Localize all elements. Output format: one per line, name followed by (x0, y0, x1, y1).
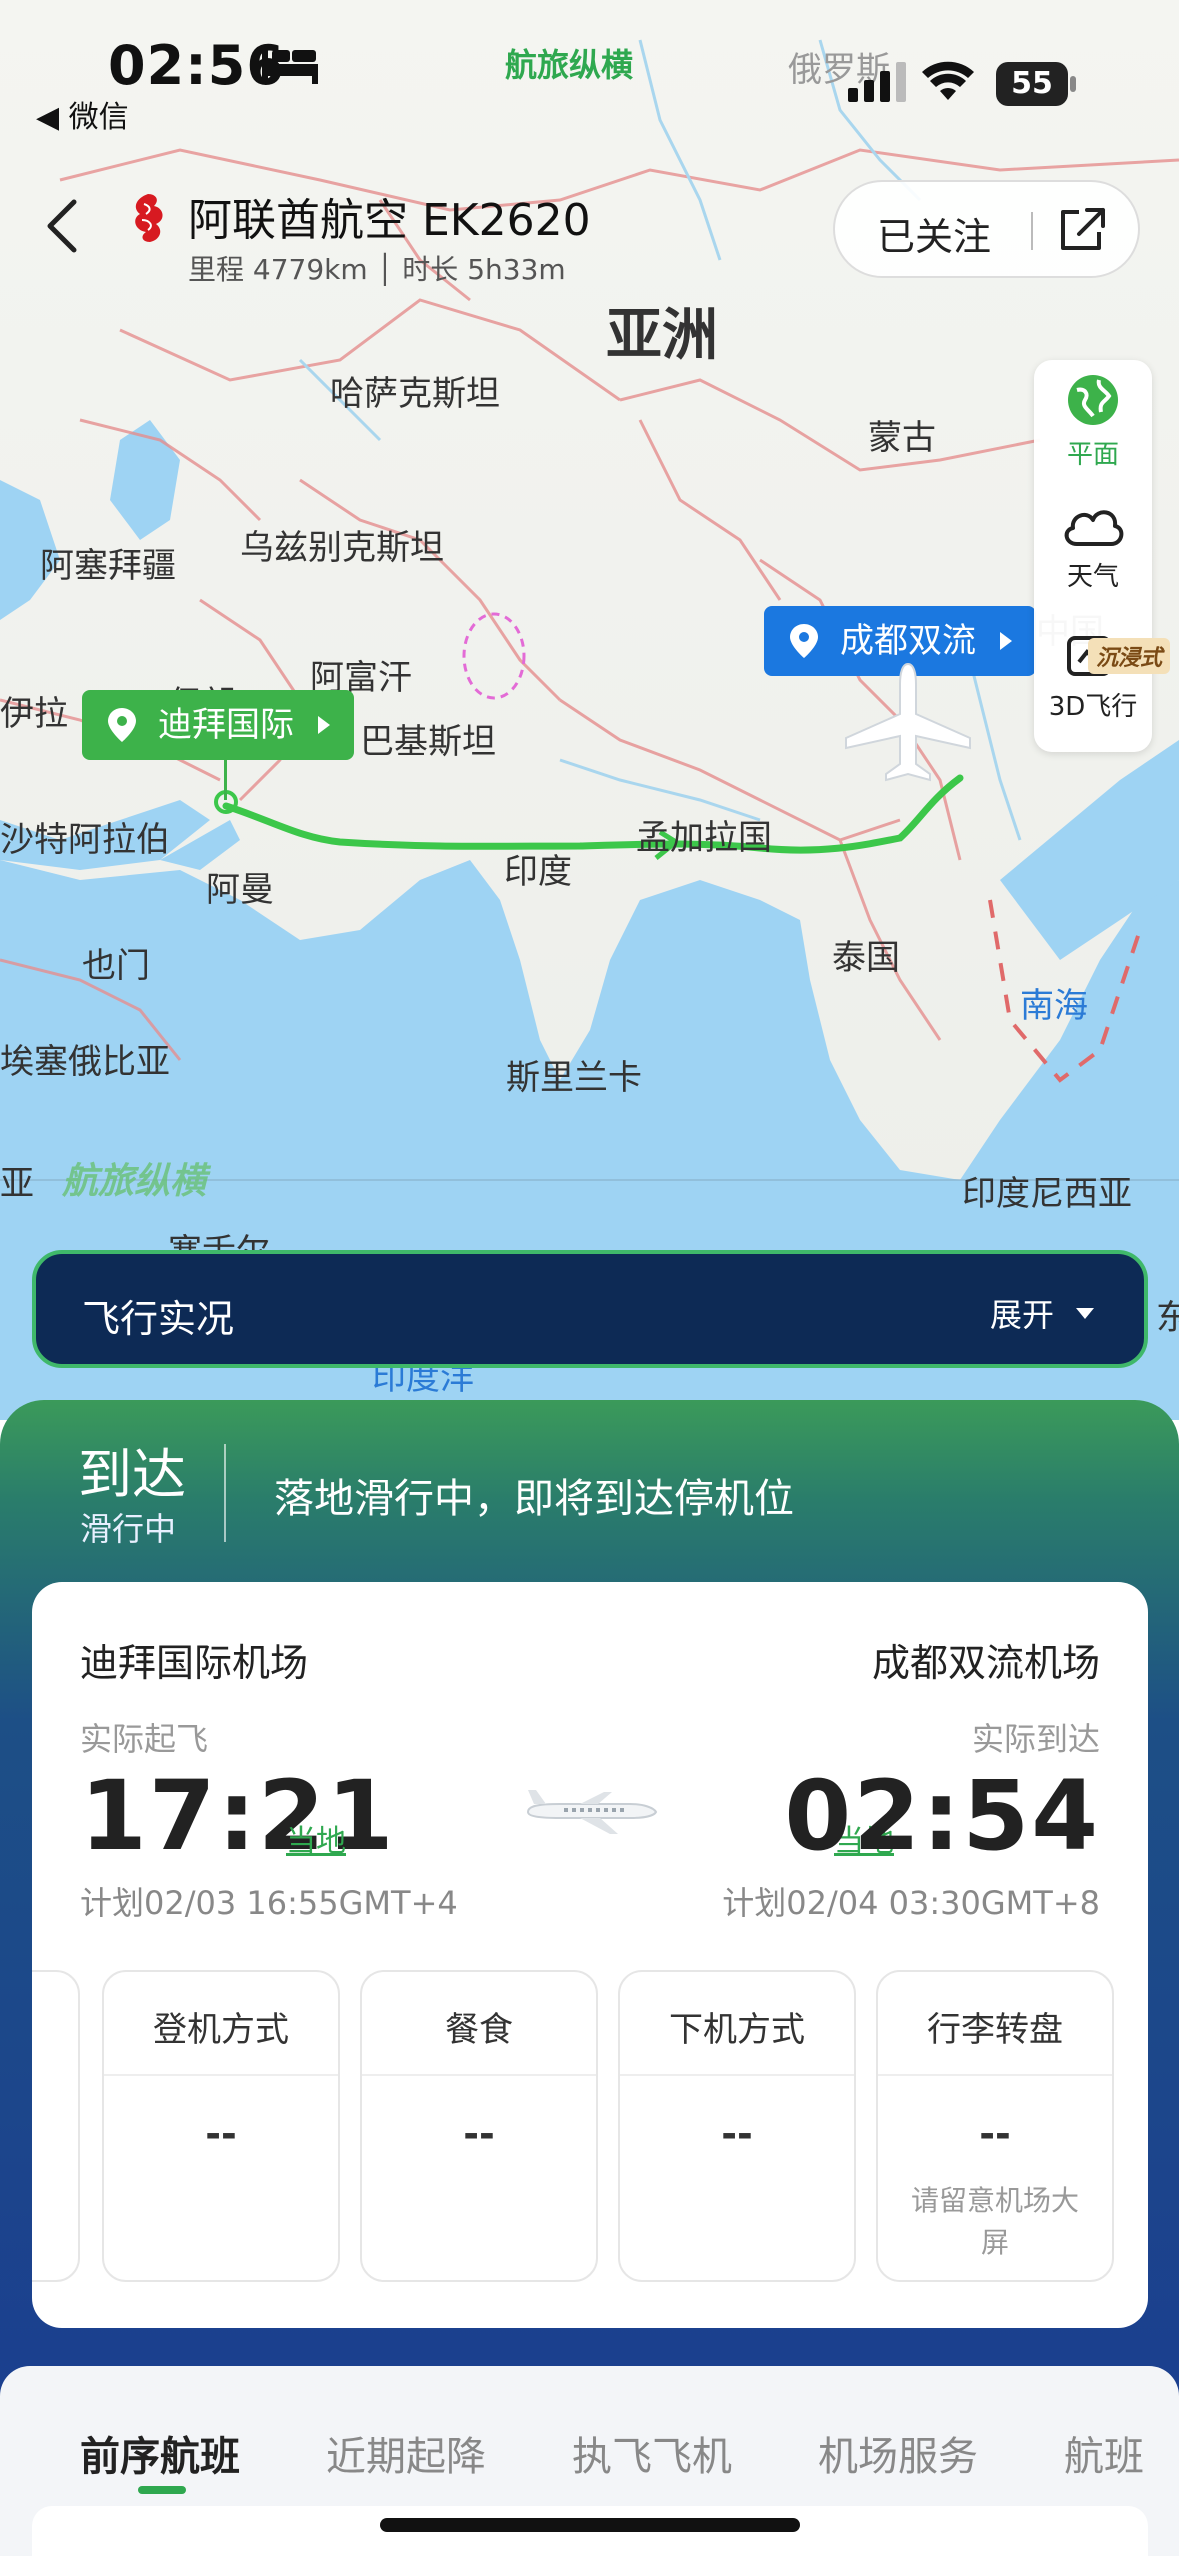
airline-logo-icon (135, 194, 163, 242)
info-box-boarding[interactable]: 登机方式 -- (102, 1970, 340, 2282)
sleep-bed-icon (262, 50, 318, 84)
map-label-bangladesh: 孟加拉国 (636, 818, 772, 858)
map-label-east-frag: 东 (1156, 1298, 1179, 1338)
map-label-india: 印度 (504, 852, 572, 892)
departure-local-tag[interactable]: 当地 (286, 1816, 346, 1860)
3d-flight-label: 3D飞行 (1048, 692, 1138, 722)
map-label-ethiopia: 埃塞俄比亚 (0, 1042, 170, 1082)
departure-label: 实际起飞 (80, 1720, 209, 1758)
flight-meta: 里程 4779km │ 时长 5h33m (188, 253, 566, 286)
arrival-label: 实际到达 (971, 1720, 1100, 1758)
weather-toggle[interactable]: 天气 (1034, 500, 1152, 593)
map-label-mongolia: 蒙古 (868, 418, 936, 458)
pin-stem (224, 760, 227, 800)
status-time: 02:56 (108, 34, 285, 97)
arrival-plan: 计划02/04 03:30GMT+8 (722, 1884, 1100, 1922)
map-label-yemen: 也门 (82, 946, 150, 986)
arrival-airport: 成都双流机场 (871, 1641, 1100, 1685)
status-state: 到达 (78, 1443, 186, 1506)
follow-button[interactable]: 已关注 (877, 206, 991, 261)
flat-map-toggle[interactable]: 平面 (1034, 372, 1152, 471)
info-box-deplane[interactable]: 下机方式 -- (618, 1970, 856, 2282)
status-substate: 滑行中 (80, 1510, 177, 1548)
arrival-time: 02:54 (784, 1760, 1100, 1872)
location-pin-icon (108, 708, 136, 742)
flight-live-bar[interactable]: 飞行实况 展开 (32, 1250, 1148, 1368)
map-label-thailand: 泰国 (832, 938, 900, 978)
map-label-oman: 阿曼 (206, 870, 274, 910)
info-box-baggage[interactable]: 行李转盘 -- 请留意机场大屏 (876, 1970, 1114, 2282)
expand-button[interactable]: 展开 (990, 1290, 1054, 1336)
wifi-icon (922, 61, 974, 100)
chevron-right-icon (1000, 632, 1012, 650)
map-label-uzbekistan: 乌兹别克斯坦 (240, 528, 444, 568)
map-watermark: 航旅纵横 (62, 1161, 207, 1202)
share-icon[interactable] (1057, 206, 1107, 254)
map-label-pakistan: 巴基斯坦 (360, 722, 496, 762)
origin-pin-label: 迪拜国际 (158, 705, 294, 745)
map-label-saudi: 沙特阿拉伯 (0, 820, 170, 860)
info-value: -- (721, 2112, 753, 2156)
flat-label: 平面 (1066, 440, 1119, 470)
info-title: 餐食 (445, 2010, 513, 2050)
map-label-asia-frag: 亚 (0, 1164, 34, 1204)
info-title: 下机方式 (669, 2010, 805, 2050)
back-arrow-icon[interactable] (38, 196, 88, 256)
info-box-meal[interactable]: 餐食 -- (360, 1970, 598, 2282)
departure-plan: 计划02/03 16:55GMT+4 (80, 1884, 458, 1922)
tab-airport-services[interactable]: 机场服务 (818, 2424, 978, 2482)
map-label-sri-lanka: 斯里兰卡 (506, 1058, 642, 1098)
back-to-wechat-link[interactable]: ◀ 微信 (36, 92, 129, 136)
airplane-icon (526, 1790, 658, 1834)
status-message: 落地滑行中，即将到达停机位 (274, 1476, 794, 1522)
departure-airport: 迪拜国际机场 (80, 1641, 309, 1685)
globe-icon (1068, 375, 1118, 425)
caret-down-icon (1076, 1308, 1094, 1319)
info-value: -- (979, 2112, 1011, 2156)
brand-logo: 航旅纵横 (505, 46, 634, 84)
status-bar: 02:56 ◀ 微信 航旅纵横 55 (0, 0, 1179, 140)
info-title: 行李转盘 (927, 2010, 1063, 2050)
live-bar-title: 飞行实况 (82, 1297, 235, 1341)
home-indicator[interactable] (380, 2518, 800, 2532)
info-value: -- (463, 2112, 495, 2156)
info-box-partial[interactable] (32, 1970, 80, 2282)
departure-time: 17:21 (80, 1760, 396, 1872)
active-tab-indicator (138, 2486, 186, 2494)
map-label-asia: 亚洲 (606, 303, 718, 368)
origin-airport-pin[interactable]: 迪拜国际 (82, 690, 354, 800)
map-label-azerbaijan: 阿塞拜疆 (40, 546, 176, 586)
location-pin-icon (790, 624, 818, 658)
cloud-icon (1064, 510, 1124, 546)
flight-title: 阿联酋航空 EK2620 (188, 195, 591, 246)
destination-pin-label: 成都双流 (840, 621, 976, 661)
cellular-signal-icon (848, 62, 906, 102)
info-note: 请留意机场大屏 (910, 2184, 1079, 2259)
tab-recent-movements[interactable]: 近期起降 (326, 2424, 486, 2482)
info-value: -- (205, 2112, 237, 2156)
map-label-kazakhstan: 哈萨克斯坦 (330, 374, 500, 414)
weather-label: 天气 (1066, 562, 1119, 592)
chevron-right-icon (318, 716, 330, 734)
airplane-map-icon (845, 662, 971, 782)
battery-icon: 55 (996, 62, 1078, 106)
info-title: 登机方式 (153, 2010, 289, 2050)
flight-times-card: 迪拜国际机场 成都双流机场 实际起飞 实际到达 17:21 当地 当地 02:5… (32, 1582, 1148, 2328)
map-tools-panel: 平面 天气 3D飞行 (1034, 360, 1152, 752)
map-label-south-sea: 南海 (1020, 986, 1088, 1026)
battery-level: 55 (996, 62, 1068, 106)
immersive-badge: 沉浸式 (1088, 638, 1171, 674)
tab-previous-flight[interactable]: 前序航班 (80, 2424, 240, 2482)
follow-share-pill: 已关注 (833, 180, 1140, 278)
map-label-indonesia: 印度尼西亚 (962, 1174, 1132, 1214)
tab-flight[interactable]: 航班 (1064, 2424, 1144, 2482)
map-label-iraq: 伊拉 (0, 694, 68, 734)
tab-aircraft[interactable]: 执飞飞机 (572, 2424, 732, 2482)
